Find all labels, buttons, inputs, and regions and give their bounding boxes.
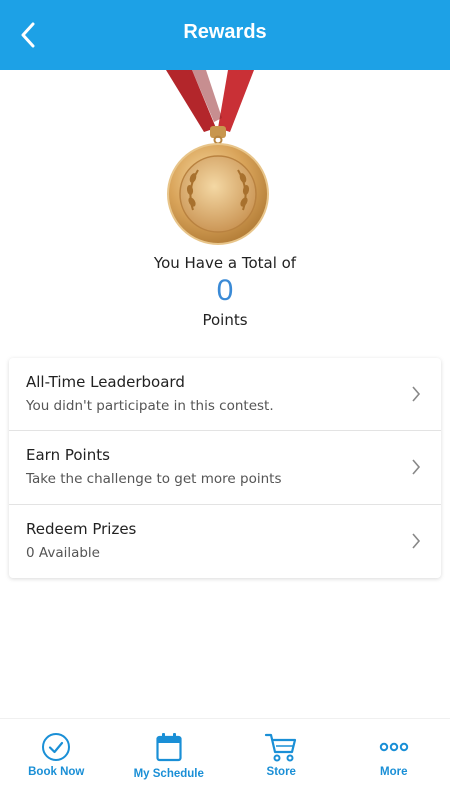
check-circle-icon [42, 733, 71, 761]
points-value: 0 [216, 274, 234, 307]
row-title: Earn Points [26, 446, 110, 465]
chevron-right-icon [412, 386, 421, 402]
tab-book-now[interactable]: Book Now [0, 719, 113, 800]
calendar-icon [156, 733, 182, 762]
cart-icon [265, 733, 297, 762]
row-title: All-Time Leaderboard [26, 373, 185, 391]
tab-store[interactable]: Store [225, 719, 338, 800]
row-subtitle: 0 Available [26, 544, 100, 561]
tab-my-schedule[interactable]: My Schedule [113, 719, 226, 800]
row-subtitle: You didn't participate in this contest. [26, 398, 274, 414]
chevron-right-icon [412, 459, 421, 475]
tab-label: Book Now [28, 766, 85, 778]
leaderboard-row[interactable]: All-Time Leaderboard You didn't particip… [9, 358, 441, 432]
points-unit: Points [202, 311, 248, 329]
tab-label: My Schedule [133, 768, 204, 780]
earn-points-row[interactable]: Earn Points Take the challenge to get mo… [9, 431, 441, 505]
tab-label: Store [266, 766, 296, 778]
app-header: Rewards [0, 0, 450, 70]
chevron-right-icon [412, 533, 421, 549]
medal-image [166, 70, 269, 245]
total-label: You Have a Total of [153, 254, 297, 272]
row-title: Redeem Prizes [26, 519, 137, 538]
tab-label: More [380, 766, 408, 778]
tab-more[interactable]: More [338, 719, 450, 800]
row-subtitle: Take the challenge to get more points [26, 471, 282, 488]
redeem-prizes-row[interactable]: Redeem Prizes 0 Available [9, 505, 441, 578]
page-title: Rewards [183, 21, 267, 43]
rewards-menu: All-Time Leaderboard You didn't particip… [9, 358, 441, 578]
more-dots-icon [379, 742, 408, 752]
bottom-tab-bar: Book Now My Schedule Store More [0, 718, 450, 800]
